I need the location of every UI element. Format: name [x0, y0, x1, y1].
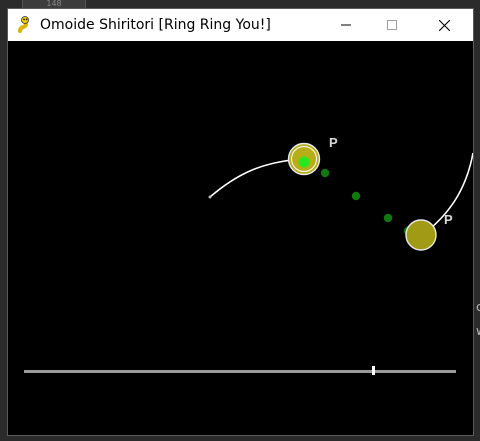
close-icon [438, 19, 450, 31]
player-label-1: P [329, 135, 338, 150]
path-dot-3 [383, 213, 393, 223]
seek-bar[interactable] [24, 370, 456, 373]
snake-icon [16, 16, 34, 34]
minimize-icon [341, 24, 351, 26]
trail-start-dot [208, 195, 212, 199]
title-bar[interactable]: Omoide Shiritori [Ring Ring You!] [8, 9, 473, 41]
ring-note-2 [405, 219, 437, 251]
game-canvas[interactable]: P P [8, 41, 473, 435]
minimize-button[interactable] [323, 9, 369, 41]
background-text-w: w [476, 324, 480, 338]
ring-note-1 [287, 142, 321, 176]
trail-1 [209, 158, 303, 198]
close-button[interactable] [421, 9, 467, 41]
maximize-button[interactable] [369, 9, 415, 41]
path-dot-1 [320, 168, 330, 178]
player-label-2: P [444, 212, 453, 227]
window-title: Omoide Shiritori [Ring Ring You!] [40, 17, 271, 33]
hit-marker [298, 156, 310, 168]
game-window: Omoide Shiritori [Ring Ring You!] P P [7, 8, 474, 436]
maximize-icon [387, 20, 397, 30]
seek-thumb[interactable] [372, 366, 376, 375]
path-dot-2 [351, 191, 361, 201]
background-text-c: c [476, 300, 480, 314]
